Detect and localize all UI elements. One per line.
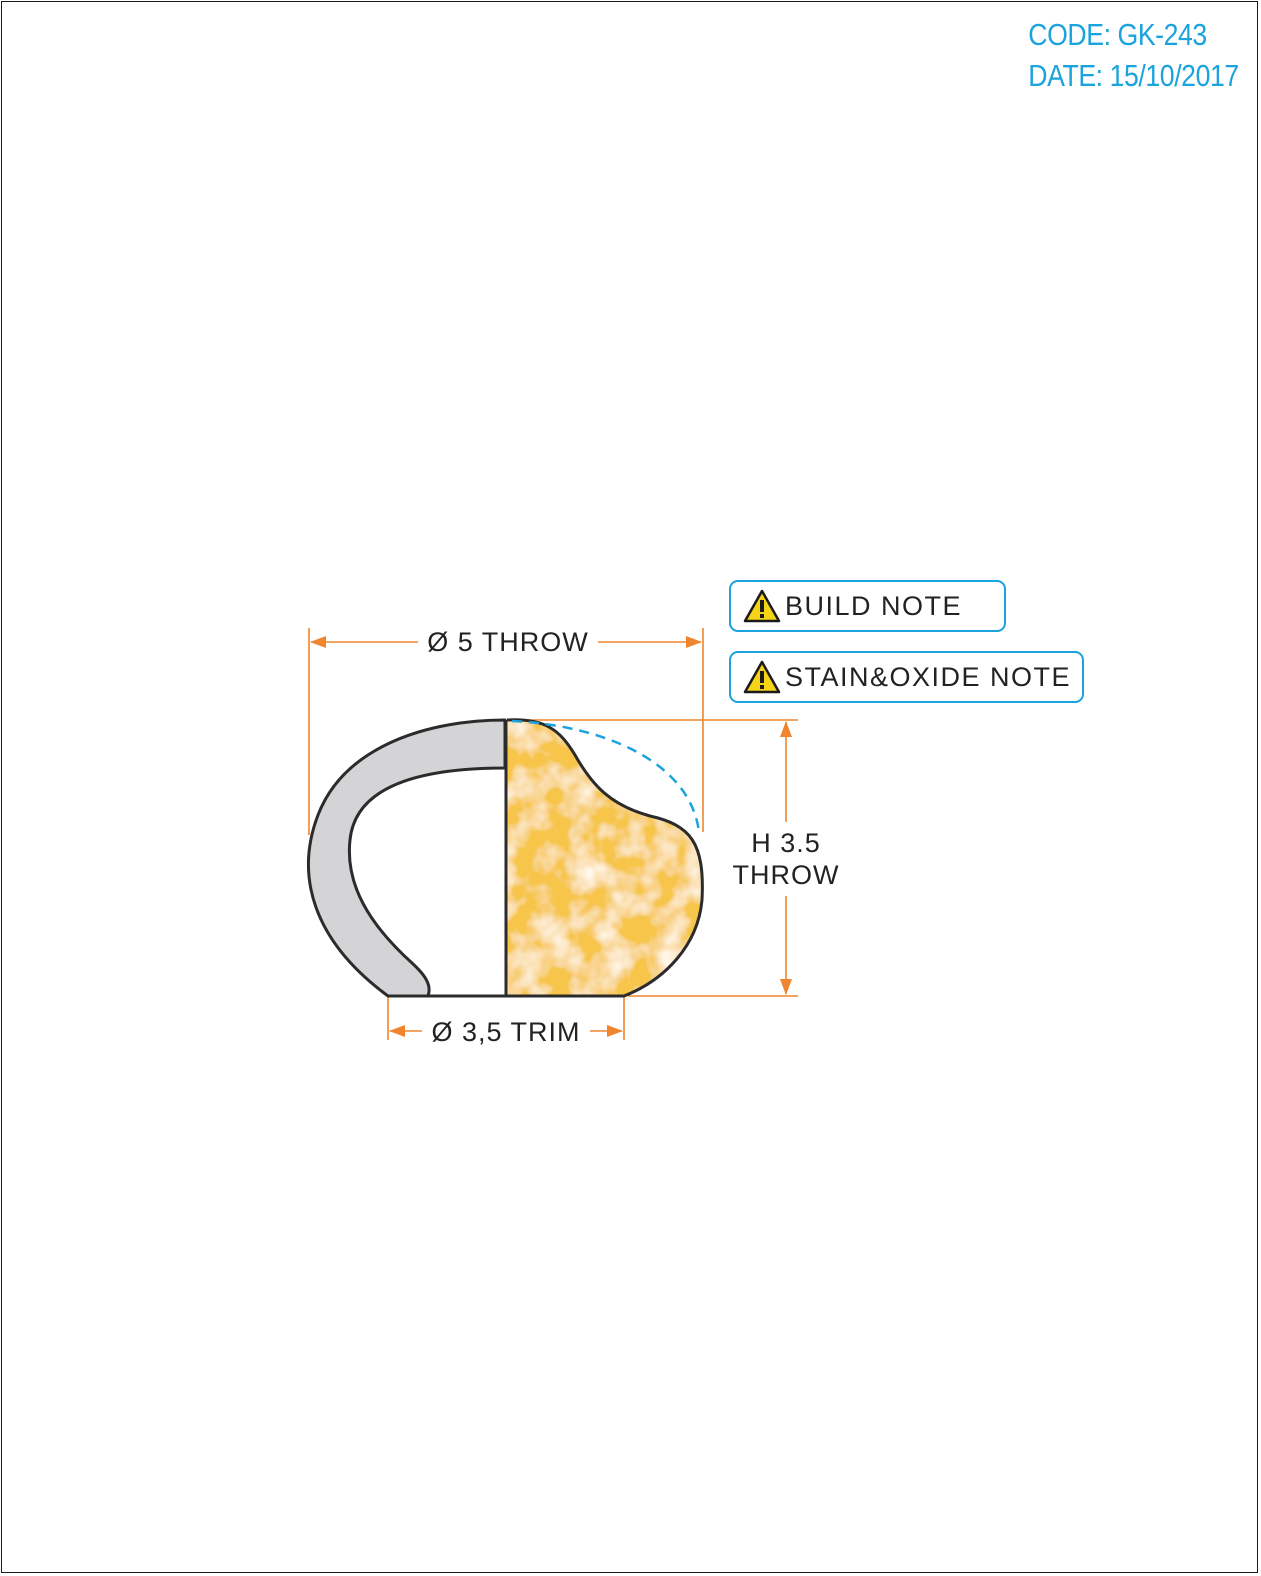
trim-diameter-label: Ø 3,5 TRIM — [431, 1017, 580, 1047]
height-label-line1: H 3.5 — [751, 828, 821, 858]
build-note-badge[interactable]: BUILD NOTE — [729, 580, 1006, 632]
height-label-line2: THROW — [733, 860, 840, 890]
warning-icon — [743, 660, 781, 694]
stain-oxide-note-label: STAIN&OXIDE NOTE — [785, 661, 1072, 692]
warning-icon — [743, 589, 781, 623]
stone-section — [507, 719, 703, 996]
throw-diameter-label: Ø 5 THROW — [427, 627, 589, 657]
stain-oxide-note-badge[interactable]: STAIN&OXIDE NOTE — [729, 651, 1084, 703]
cross-section-drawing: Ø 5 THROW H 3.5 THROW Ø 3,5 TRIM — [307, 627, 840, 1047]
metal-shell-section — [307, 718, 507, 998]
build-note-label: BUILD NOTE — [785, 590, 963, 621]
